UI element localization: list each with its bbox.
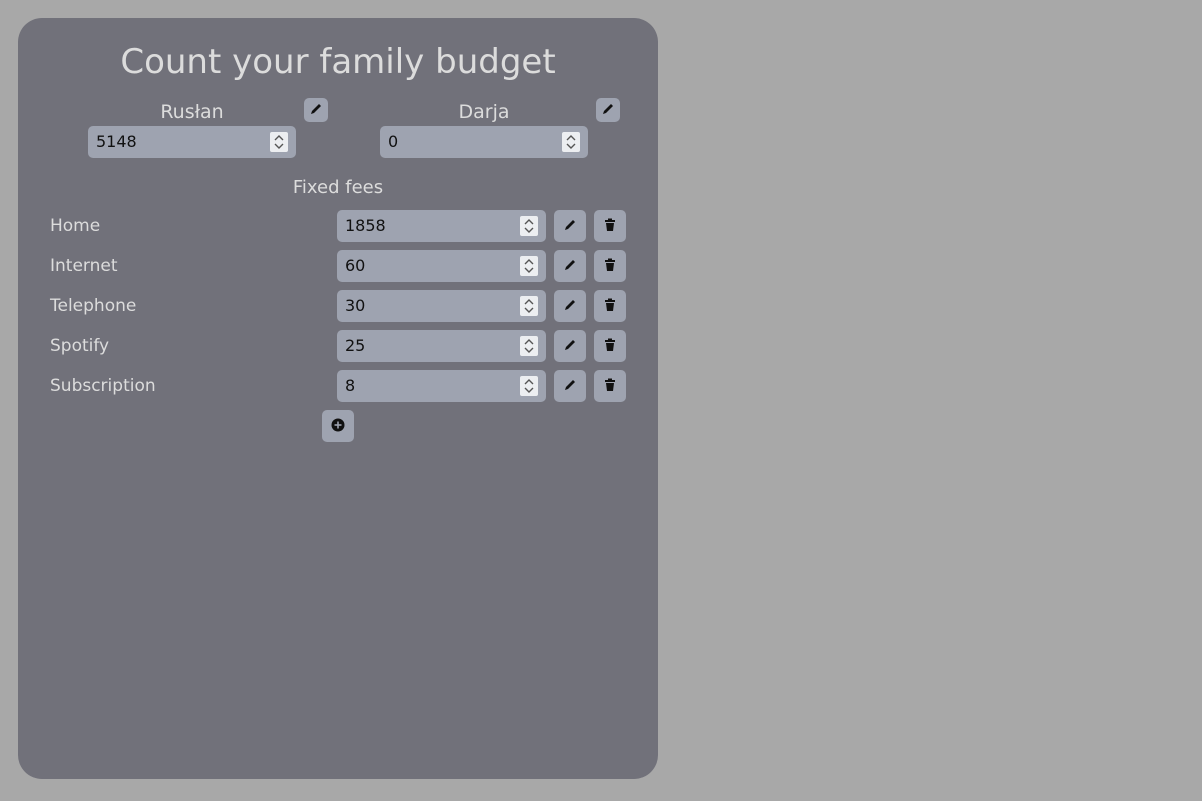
fixed-fees-title: Fixed fees — [292, 177, 384, 198]
pencil-icon — [563, 377, 577, 396]
fee-input-subscription[interactable]: 8 — [337, 370, 546, 402]
trash-icon — [603, 217, 617, 236]
fee-label-internet: Internet — [50, 256, 118, 276]
trash-icon — [603, 337, 617, 356]
delete-fee-home-button[interactable] — [594, 210, 626, 242]
fee-label-spotify: Spotify — [50, 336, 110, 356]
up-down-chevron-icon[interactable] — [520, 376, 538, 396]
pencil-icon — [563, 217, 577, 236]
fee-value-telephone: 30 — [345, 296, 366, 315]
pencil-icon — [563, 337, 577, 356]
delete-fee-telephone-button[interactable] — [594, 290, 626, 322]
fee-input-internet[interactable]: 60 — [337, 250, 546, 282]
pencil-icon — [563, 297, 577, 316]
fee-value-home: 1858 — [345, 216, 386, 235]
fee-input-home[interactable]: 1858 — [337, 210, 546, 242]
pencil-icon — [601, 101, 615, 120]
edit-fee-spotify-button[interactable] — [554, 330, 586, 362]
edit-person-2-button[interactable] — [596, 98, 620, 122]
person-name-1: Rusłan — [160, 101, 224, 123]
edit-fee-internet-button[interactable] — [554, 250, 586, 282]
fee-value-spotify: 25 — [345, 336, 366, 355]
plus-circle-icon — [331, 417, 345, 436]
fee-label-home: Home — [50, 216, 101, 236]
delete-fee-spotify-button[interactable] — [594, 330, 626, 362]
pencil-icon — [309, 101, 323, 120]
up-down-chevron-icon[interactable] — [520, 216, 538, 236]
edit-person-1-button[interactable] — [304, 98, 328, 122]
edit-fee-telephone-button[interactable] — [554, 290, 586, 322]
fee-label-telephone: Telephone — [50, 296, 137, 316]
trash-icon — [603, 257, 617, 276]
up-down-chevron-icon[interactable] — [562, 132, 580, 152]
delete-fee-internet-button[interactable] — [594, 250, 626, 282]
edit-fee-home-button[interactable] — [554, 210, 586, 242]
income-value-2: 0 — [388, 132, 399, 151]
income-value-1: 5148 — [96, 132, 137, 151]
fee-value-internet: 60 — [345, 256, 366, 275]
fee-label-subscription: Subscription — [50, 376, 156, 396]
up-down-chevron-icon[interactable] — [520, 296, 538, 316]
fee-value-subscription: 8 — [345, 376, 356, 395]
page-title: Count your family budget — [120, 42, 556, 82]
trash-icon — [603, 297, 617, 316]
delete-fee-subscription-button[interactable] — [594, 370, 626, 402]
income-input-1[interactable]: 5148 — [88, 126, 296, 158]
pencil-icon — [563, 257, 577, 276]
up-down-chevron-icon[interactable] — [520, 336, 538, 356]
trash-icon — [603, 377, 617, 396]
up-down-chevron-icon[interactable] — [520, 256, 538, 276]
fee-input-spotify[interactable]: 25 — [337, 330, 546, 362]
up-down-chevron-icon[interactable] — [270, 132, 288, 152]
fee-input-telephone[interactable]: 30 — [337, 290, 546, 322]
person-name-2: Darja — [458, 101, 510, 123]
income-input-2[interactable]: 0 — [380, 126, 588, 158]
add-fee-button[interactable] — [322, 410, 354, 442]
edit-fee-subscription-button[interactable] — [554, 370, 586, 402]
